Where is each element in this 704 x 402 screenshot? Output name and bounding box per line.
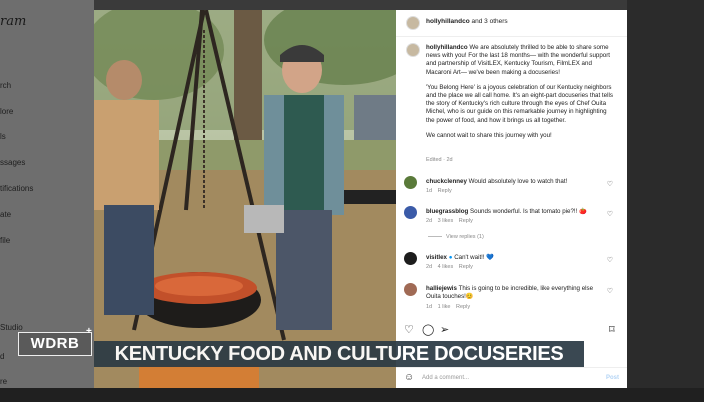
nav-explore[interactable]: lore [0,107,13,116]
caption-paragraph: 'You Belong Here' is a joyous celebratio… [426,83,613,124]
avatar[interactable] [404,283,417,296]
comment-username[interactable]: bluegrassblog [426,208,468,215]
comment-text: Can't wait!! 💙 [454,254,495,261]
author-username[interactable]: hollyhillandco [426,18,470,25]
view-replies-label[interactable]: View replies (1) [446,234,484,240]
reply-button[interactable]: Reply [456,304,470,310]
background-right [627,0,704,402]
comment-icon[interactable]: ◯ [422,323,434,336]
nav-messages[interactable]: ssages [0,158,25,167]
post-button[interactable]: Post [606,375,619,381]
cooking-scene-image [94,10,396,388]
comment-text: Sounds wonderful. Is that tomato pie?!! … [470,208,587,215]
news-chyron: KENTUCKY FOOD AND CULTURE DOCUSERIES [94,341,584,367]
nav-reels[interactable]: ls [0,132,6,141]
reply-button[interactable]: Reply [459,264,473,270]
comment-input[interactable]: Add a comment... [422,375,469,381]
comment-username[interactable]: halliejewis [426,285,457,292]
nav-create[interactable]: ate [0,210,11,219]
caption-username[interactable]: hollyhillandco [426,44,468,51]
post-author[interactable]: hollyhillandco and 3 others [426,18,508,25]
heart-icon[interactable]: ♡ [607,210,613,218]
comment-time: 1d [426,304,433,310]
nav-search[interactable]: rch [0,81,11,90]
add-comment-bar: ☺ Add a comment... Post [396,367,627,389]
post-details-panel: hollyhillandco and 3 others hollyhilland… [396,10,627,388]
comment-username[interactable]: chuckclenney [426,178,467,185]
nav-threads[interactable]: d [0,352,4,361]
post-actions: ♡ ◯ ➢ ⌑ [396,323,627,339]
reply-button[interactable]: Reply [438,188,452,194]
comment-text: Would absolutely love to watch that! [468,178,568,185]
post-caption: hollyhillandco We are absolutely thrille… [426,44,616,147]
share-icon[interactable]: ➢ [440,323,449,336]
comment-likes[interactable]: 1 like [438,304,451,310]
comment-likes[interactable]: 3 likes [438,218,454,224]
chyron-headline: KENTUCKY FOOD AND CULTURE DOCUSERIES [114,343,564,365]
station-logo-plus: + [86,326,92,337]
avatar[interactable] [404,176,417,189]
bookmark-icon[interactable]: ⌑ [609,323,615,336]
nav-notifications[interactable]: tifications [0,184,33,193]
background-bottom [0,388,704,402]
comment-time: 2d [426,218,433,224]
view-replies-link[interactable]: View replies (1) [428,234,484,240]
coauthors-label[interactable]: and 3 others [472,18,508,25]
nav-studio[interactable]: Studio [0,323,23,332]
nav-profile[interactable]: file [0,236,10,245]
avatar[interactable] [404,206,417,219]
divider [428,236,442,238]
verified-icon: ● [448,254,453,261]
station-logo: WDRB [18,332,92,356]
comment-time: 1d [426,188,433,194]
heart-icon[interactable]: ♡ [607,287,613,295]
heart-icon[interactable]: ♡ [607,256,613,264]
post-header: hollyhillandco and 3 others [396,10,627,37]
caption-paragraph: We cannot wait to share this journey wit… [426,131,552,139]
emoji-icon[interactable]: ☺ [404,372,414,383]
nav-more[interactable]: re [0,377,7,386]
avatar[interactable] [406,16,420,30]
heart-icon[interactable]: ♡ [607,180,613,188]
caption-avatar[interactable] [406,43,420,57]
instagram-logo: ram [0,14,27,29]
edited-timestamp: Edited · 2d [426,157,453,163]
comment-time: 2d [426,264,433,270]
post-photo[interactable] [94,10,396,388]
comment-likes[interactable]: 4 likes [438,264,454,270]
avatar[interactable] [404,252,417,265]
comment-username[interactable]: visitlex [426,254,447,261]
reply-button[interactable]: Reply [459,218,473,224]
heart-icon[interactable]: ♡ [404,323,414,336]
